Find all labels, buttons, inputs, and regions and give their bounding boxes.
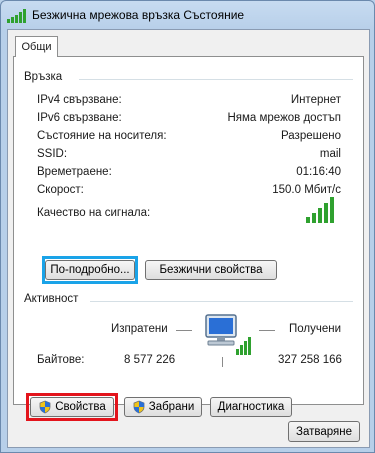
tab-panel-general: Връзка IPv4 свързване: Интернет IPv6 свъ…	[13, 56, 364, 421]
media-state-value: Разрешено	[281, 130, 341, 142]
ssid-value: mail	[319, 148, 341, 160]
bytes-label: Байтове:	[37, 354, 85, 366]
title-bar[interactable]: Безжична мрежова връзка Състояние	[1, 1, 374, 29]
wireless-properties-button[interactable]: Безжични свойства	[145, 260, 277, 280]
diagnose-label: Диагностика	[217, 401, 285, 413]
uac-shield-icon	[133, 400, 145, 414]
bytes-received-value: 327 258 166	[278, 354, 342, 366]
properties-button[interactable]: Свойства	[30, 397, 114, 417]
connector-line	[222, 357, 223, 367]
divider	[90, 301, 353, 302]
media-state-label: Състояние на носителя:	[37, 130, 167, 142]
close-button[interactable]: Затваряне	[288, 421, 360, 442]
signal-quality-label: Качество на сигнала:	[37, 207, 151, 219]
network-computer-icon	[205, 314, 251, 355]
status-dialog: Безжична мрежова връзка Състояние Общи В…	[0, 0, 375, 453]
signal-strength-icon	[7, 9, 26, 23]
diagnose-button[interactable]: Диагностика	[210, 397, 292, 417]
window-title: Безжична мрежова връзка Състояние	[32, 8, 245, 22]
properties-label: Свойства	[55, 401, 106, 413]
ipv6-label: IPv6 свързване:	[37, 112, 122, 124]
signal-quality-bars-icon	[306, 197, 334, 223]
details-button[interactable]: По-подробно...	[45, 260, 135, 280]
ssid-label: SSID:	[37, 148, 68, 160]
ipv4-label: IPv4 свързване:	[37, 94, 122, 106]
duration-label: Времетраене:	[37, 166, 112, 178]
close-label: Затваряне	[296, 425, 352, 438]
activity-group-title: Активност	[24, 293, 79, 305]
tab-general[interactable]: Общи	[15, 36, 58, 57]
sent-line	[176, 330, 192, 331]
divider	[79, 79, 353, 80]
bytes-sent-value: 8 577 226	[124, 354, 176, 366]
dialog-body: Общи Връзка IPv4 свързване: Интернет IPv…	[7, 29, 370, 448]
sent-label: Изпратени	[111, 323, 168, 335]
uac-shield-icon	[39, 400, 51, 414]
ipv6-value: Няма мрежов достъп	[227, 112, 341, 124]
received-label: Получени	[289, 323, 342, 335]
disable-button[interactable]: Забрани	[124, 397, 202, 417]
speed-label: Скорост:	[37, 184, 84, 196]
connection-group-title: Връзка	[24, 71, 63, 83]
speed-value: 150.0 Мбит/с	[272, 184, 341, 196]
ipv4-value: Интернет	[290, 94, 341, 106]
wireless-properties-label: Безжични свойства	[159, 264, 263, 276]
details-button-label: По-подробно...	[50, 264, 130, 276]
received-line	[259, 330, 275, 331]
duration-value: 01:16:40	[296, 166, 341, 178]
disable-label: Забрани	[148, 401, 195, 413]
